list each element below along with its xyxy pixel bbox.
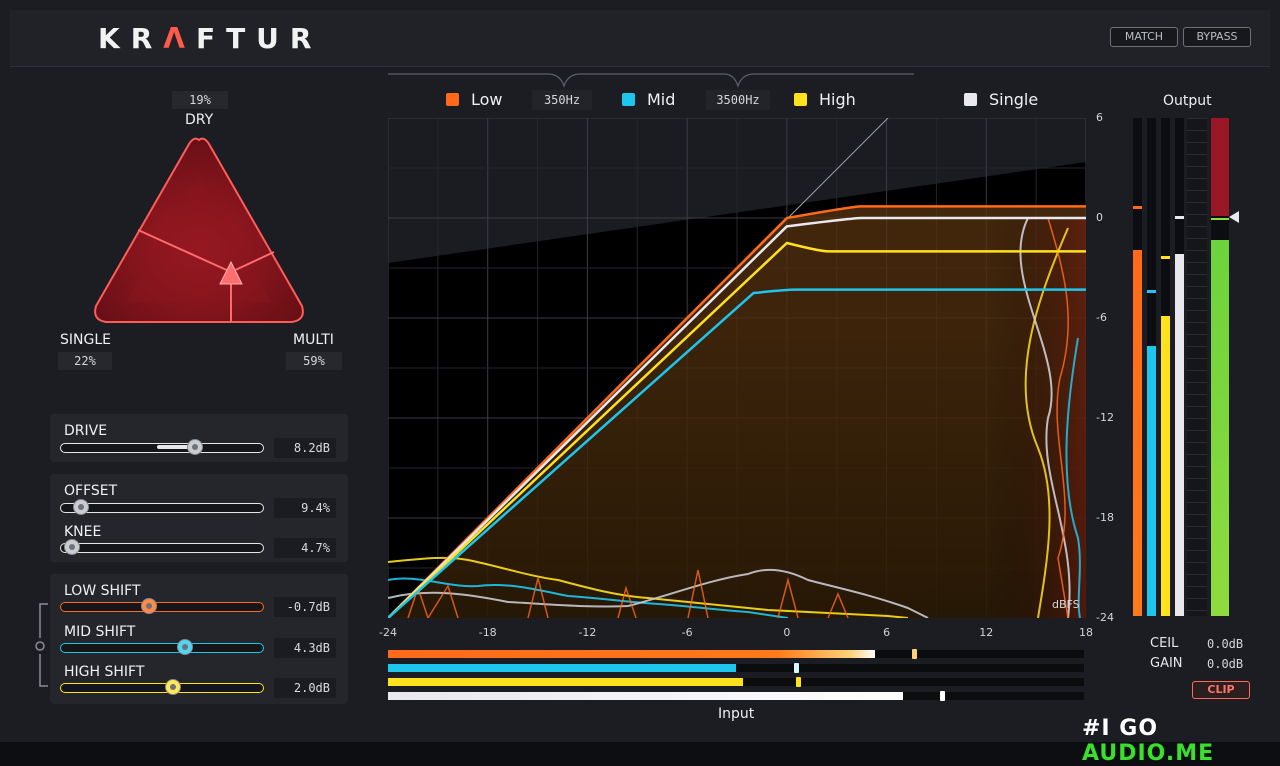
header-bar: KRΛFTUR MATCH BYPASS — [10, 10, 1270, 67]
input-meter-low — [388, 649, 1084, 659]
offset-thumb[interactable] — [73, 499, 89, 515]
x-tick-label: -12 — [578, 626, 597, 639]
knee-thumb[interactable] — [64, 539, 80, 555]
dry-value[interactable]: 19% — [172, 91, 228, 109]
mid-shift-slider[interactable] — [60, 639, 264, 655]
x-tick-label: 18 — [1079, 626, 1093, 639]
x-tick-label: -24 — [379, 626, 397, 639]
input-meter-mid — [388, 663, 1084, 673]
out-meter-single — [1175, 118, 1184, 616]
ylabel-text: dBFS — [1052, 598, 1080, 611]
mid-shift-label: MID SHIFT — [64, 624, 136, 640]
x-tick-label: 0 — [783, 626, 791, 639]
output-meters — [1133, 118, 1245, 616]
y-tick-label: 6 — [1096, 111, 1103, 124]
ceil-value[interactable]: 0.0dB — [1207, 637, 1243, 651]
legend-high[interactable]: High — [794, 90, 856, 109]
legend-single[interactable]: Single — [964, 90, 1038, 109]
single-swatch — [964, 93, 977, 106]
legend-low[interactable]: Low — [446, 90, 503, 109]
input-meter-high — [388, 677, 1084, 687]
x-tick-label: 12 — [979, 626, 994, 639]
y-tick-label: 0 — [1096, 211, 1103, 224]
watermark: #I GO AUDIO.ME — [1082, 716, 1215, 766]
low-shift-label: LOW SHIFT — [64, 583, 141, 599]
high-peak — [796, 677, 801, 687]
mix-triangle[interactable] — [88, 134, 310, 328]
low-shift-value[interactable]: -0.7dB — [274, 597, 336, 617]
low-shift-thumb[interactable] — [141, 598, 157, 614]
crossover-1-value[interactable]: 350Hz — [532, 90, 592, 110]
drive-group: DRIVE 8.2dB — [50, 414, 348, 462]
low-shift-slider[interactable] — [60, 598, 264, 614]
y-tick-label: -24 — [1096, 611, 1114, 624]
xlabel-text: Input — [718, 706, 755, 722]
dry-label: DRY — [185, 112, 214, 128]
transfer-curve-graph[interactable]: dBFS — [388, 118, 1086, 618]
single-value[interactable]: 22% — [58, 352, 112, 370]
out-meter-low — [1133, 118, 1142, 616]
shift-link[interactable] — [30, 600, 52, 692]
offset-label: OFFSET — [64, 483, 118, 499]
crossover-2-value[interactable]: 3500Hz — [706, 90, 770, 110]
low-peak — [912, 649, 917, 659]
high-swatch — [794, 93, 807, 106]
crossover-bracket — [388, 73, 914, 88]
x-tick-label: 6 — [883, 626, 891, 639]
bypass-button[interactable]: BYPASS — [1183, 27, 1251, 47]
offset-value[interactable]: 9.4% — [274, 498, 336, 518]
y-tick-label: -6 — [1096, 311, 1107, 324]
ceiling-handle[interactable] — [1229, 211, 1239, 223]
drive-value[interactable]: 8.2dB — [274, 438, 336, 458]
output-scale — [1187, 118, 1207, 616]
drive-thumb[interactable] — [187, 439, 203, 455]
high-shift-thumb[interactable] — [165, 679, 181, 695]
low-swatch — [446, 93, 459, 106]
input-meter-single — [388, 691, 1084, 701]
knee-value[interactable]: 4.7% — [274, 538, 336, 558]
gain-label: GAIN — [1150, 656, 1183, 671]
spectrum-heat — [988, 218, 1086, 618]
single-peak — [940, 691, 945, 701]
high-shift-slider[interactable] — [60, 679, 264, 695]
knee-label: KNEE — [64, 524, 102, 540]
link-icon[interactable] — [35, 641, 45, 651]
app-window: KRΛFTUR MATCH BYPASS 19% DRY SINGLE 22% … — [0, 0, 1280, 766]
single-label: SINGLE — [60, 332, 111, 348]
multi-label: MULTI — [293, 332, 334, 348]
output-label: Output — [1163, 93, 1212, 109]
app-logo: KRΛFTUR — [98, 22, 323, 55]
out-meter-main — [1211, 118, 1229, 616]
clip-button[interactable]: CLIP — [1192, 681, 1250, 699]
legend-mid[interactable]: Mid — [622, 90, 675, 109]
mid-swatch — [622, 93, 635, 106]
y-tick-label: -18 — [1096, 511, 1114, 524]
x-tick-label: -6 — [681, 626, 693, 639]
offset-slider[interactable] — [60, 499, 264, 515]
out-meter-high — [1161, 118, 1170, 616]
out-meter-mid — [1147, 118, 1156, 616]
knee-slider[interactable] — [60, 539, 264, 555]
y-tick-label: -12 — [1096, 411, 1114, 424]
mid-shift-thumb[interactable] — [177, 639, 193, 655]
mid-shift-value[interactable]: 4.3dB — [274, 638, 336, 658]
ceil-label: CEIL — [1150, 636, 1179, 651]
offset-knee-group: OFFSET 9.4% KNEE 4.7% — [50, 474, 348, 562]
high-shift-label: HIGH SHIFT — [64, 664, 145, 680]
drive-label: DRIVE — [64, 423, 108, 439]
multi-value[interactable]: 59% — [286, 352, 342, 370]
high-shift-value[interactable]: 2.0dB — [274, 678, 336, 698]
x-tick-label: -18 — [478, 626, 497, 639]
mid-peak — [794, 663, 799, 673]
shift-group: LOW SHIFT -0.7dB MID SHIFT 4.3dB HIGH SH… — [50, 574, 348, 704]
gain-value[interactable]: 0.0dB — [1207, 657, 1243, 671]
match-button[interactable]: MATCH — [1110, 27, 1178, 47]
drive-slider[interactable] — [60, 439, 264, 455]
